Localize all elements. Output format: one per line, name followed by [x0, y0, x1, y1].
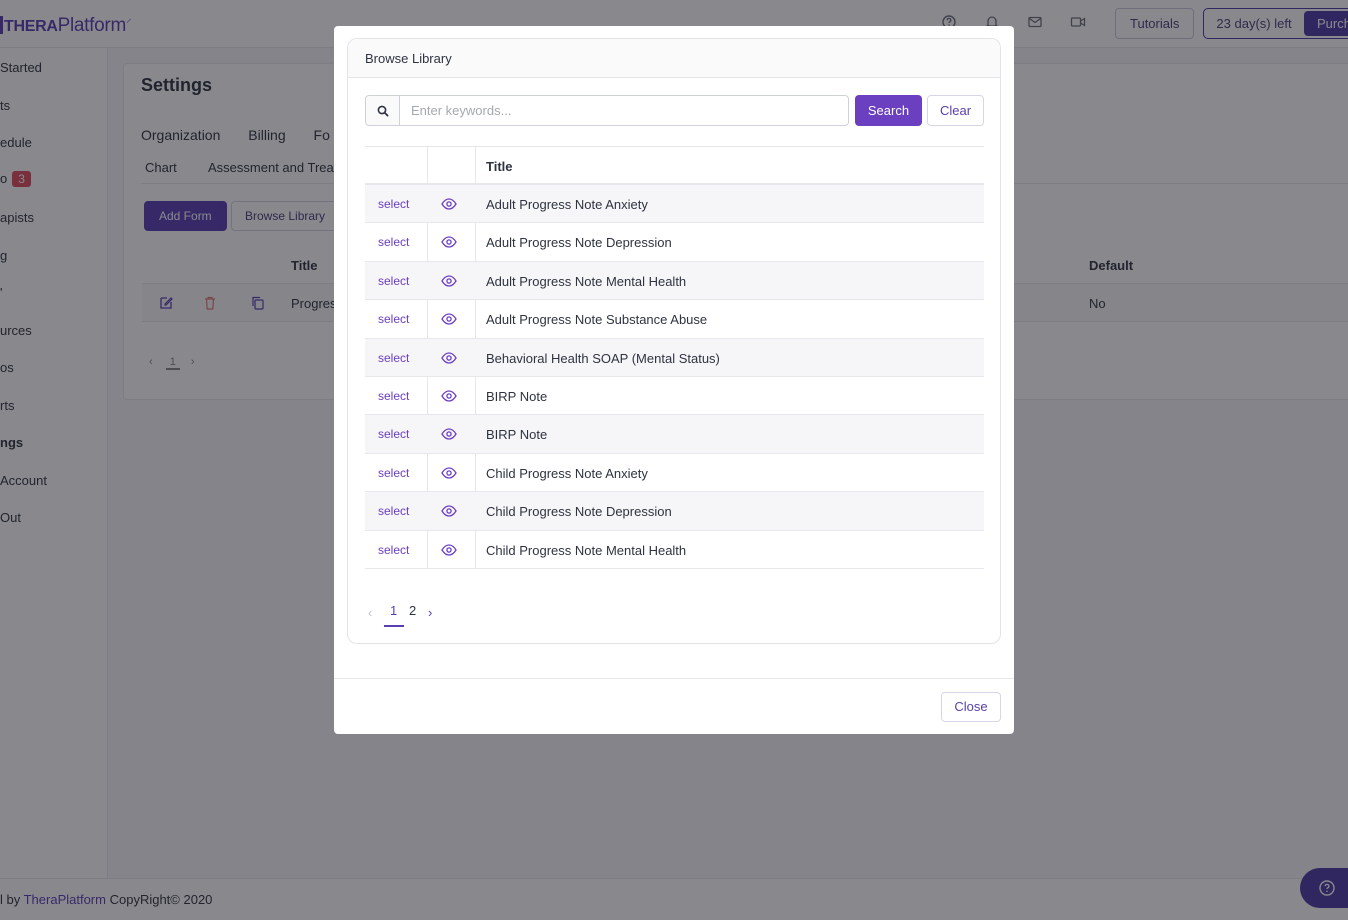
library-card-header: Browse Library [348, 39, 1000, 78]
modal-title: Browse Library [365, 51, 452, 66]
select-link[interactable]: select [378, 312, 409, 326]
table-row: select Child Progress Note Depression [365, 492, 984, 531]
next-page-icon[interactable]: › [428, 605, 432, 620]
table-row: select BIRP Note [365, 415, 984, 454]
eye-icon[interactable] [441, 313, 457, 325]
select-link[interactable]: select [378, 427, 409, 441]
search-button[interactable]: Search [855, 95, 922, 126]
search-icon [377, 105, 389, 117]
form-title: Child Progress Note Depression [486, 504, 672, 520]
table-row: select Behavioral Health SOAP (Mental Sta… [365, 338, 984, 377]
form-title: Child Progress Note Mental Health [486, 542, 687, 558]
table-row: select Adult Progress Note Substance Abus… [365, 300, 984, 339]
library-pagination: ‹ 1 2 › [368, 603, 488, 627]
library-card: Browse Library Search Clear Title select… [347, 38, 1001, 644]
eye-icon[interactable] [441, 467, 457, 479]
form-title: Behavioral Health SOAP (Mental Status) [486, 350, 720, 366]
eye-icon[interactable] [441, 351, 457, 364]
prev-page-icon[interactable]: ‹ [368, 605, 372, 620]
eye-icon[interactable] [441, 236, 457, 249]
select-link[interactable]: select [378, 389, 409, 403]
form-title: Adult Progress Note Mental Health [486, 273, 687, 289]
table-row: select Child Progress Note Mental Health [365, 531, 984, 569]
select-link[interactable]: select [378, 197, 409, 211]
column-title: Title [486, 159, 513, 174]
search-group [365, 95, 849, 126]
library-table-header: Title [365, 146, 984, 185]
form-title: Child Progress Note Anxiety [486, 465, 648, 481]
page-link-1[interactable]: 1 [390, 603, 397, 618]
eye-icon[interactable] [441, 428, 457, 440]
select-link[interactable]: select [378, 235, 409, 249]
eye-icon[interactable] [441, 390, 457, 402]
table-row: select BIRP Note [365, 377, 984, 416]
table-row: select Adult Progress Note Anxiety [365, 185, 984, 224]
modal-footer: Close [334, 678, 1014, 734]
search-icon-cell [366, 96, 400, 125]
form-title: Adult Progress Note Depression [486, 235, 672, 251]
select-link[interactable]: select [378, 504, 409, 518]
current-page-indicator [384, 625, 404, 627]
clear-button[interactable]: Clear [927, 95, 984, 126]
browse-library-modal: Browse Library Search Clear Title select… [334, 26, 1014, 734]
table-row: select Adult Progress Note Mental Health [365, 261, 984, 301]
page-link-2[interactable]: 2 [409, 603, 416, 618]
form-title: BIRP Note [486, 427, 548, 443]
library-table: Title select Adult Progress Note Anxiety s… [365, 146, 984, 569]
form-title: Adult Progress Note Substance Abuse [486, 312, 708, 328]
select-link[interactable]: select [378, 543, 409, 557]
table-row: select Adult Progress Note Depression [365, 223, 984, 262]
form-title: Adult Progress Note Anxiety [486, 197, 648, 212]
library-table-body: select Adult Progress Note Anxiety select A… [365, 185, 984, 569]
select-link[interactable]: select [378, 466, 409, 480]
select-link[interactable]: select [378, 351, 409, 365]
eye-icon[interactable] [441, 198, 457, 210]
close-button[interactable]: Close [941, 692, 1001, 722]
select-link[interactable]: select [378, 274, 409, 288]
table-row: select Child Progress Note Anxiety [365, 454, 984, 493]
form-title: BIRP Note [486, 388, 548, 404]
eye-icon[interactable] [441, 543, 457, 556]
eye-icon[interactable] [441, 275, 457, 287]
eye-icon[interactable] [441, 505, 457, 517]
search-input[interactable] [401, 96, 847, 125]
